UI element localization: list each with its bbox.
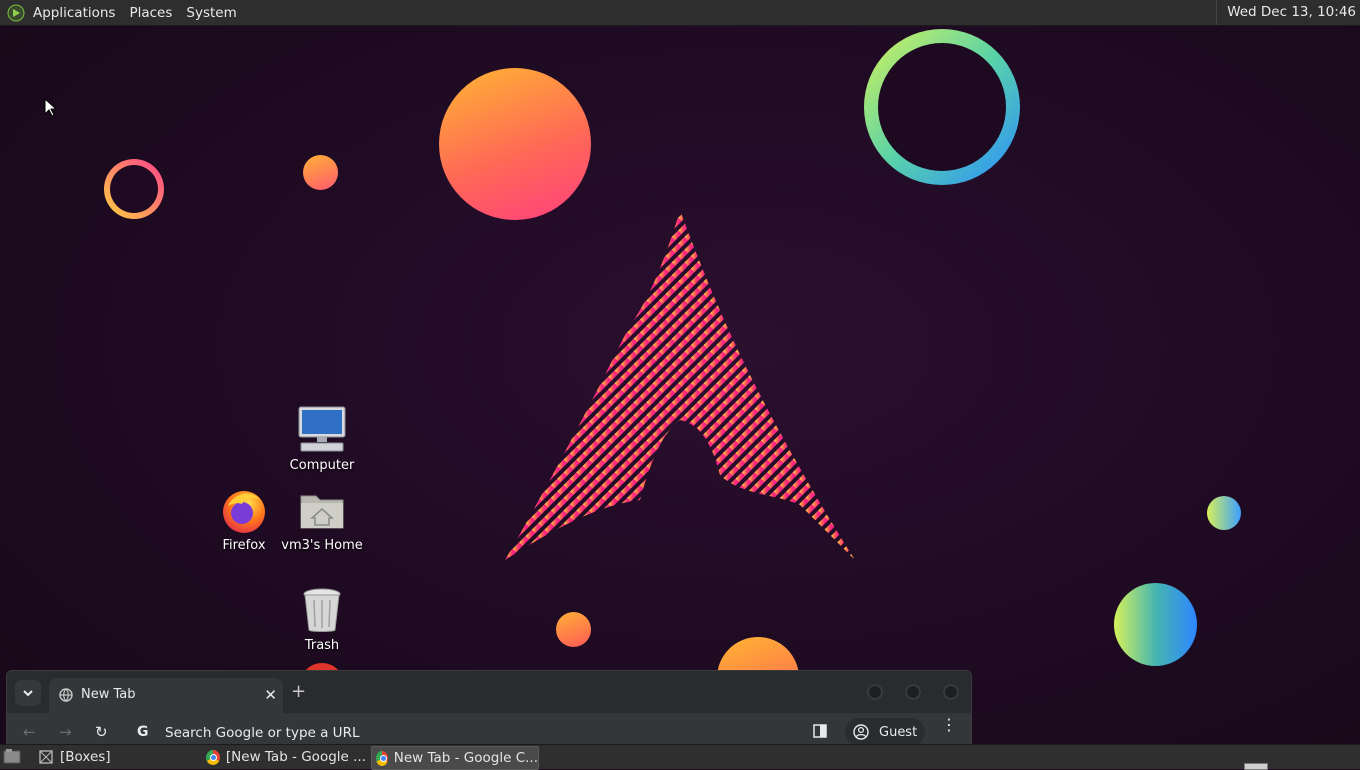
reload-icon[interactable]: ↻ — [95, 723, 108, 741]
taskbar-item-label: [New Tab - Google ... — [225, 749, 366, 765]
new-tab-button[interactable]: + — [291, 681, 306, 702]
tab-search-button[interactable] — [15, 680, 41, 706]
menu-system[interactable]: System — [179, 5, 243, 21]
wallpaper-sphere-large — [439, 68, 591, 220]
wallpaper-ring-large — [864, 29, 1020, 185]
profile-label: Guest — [879, 724, 918, 740]
computer-icon — [297, 405, 347, 455]
chrome-icon — [206, 749, 220, 765]
taskbar-item-boxes[interactable]: [Boxes] — [38, 746, 198, 768]
profile-icon — [853, 724, 869, 740]
chevron-down-icon — [23, 690, 33, 697]
google-icon: G — [137, 724, 149, 740]
bottom-panel: [Boxes] [New Tab - Google ... New Tab - … — [0, 744, 1360, 770]
top-panel: Applications Places System Wed Dec 13, 1… — [0, 0, 1360, 26]
desktop-icon-computer[interactable]: Computer — [282, 405, 362, 473]
side-panel-icon[interactable] — [813, 724, 827, 742]
home-folder-icon — [297, 485, 347, 535]
wallpaper-dot-teal — [1207, 496, 1241, 530]
back-icon[interactable]: ← — [23, 723, 36, 741]
clock[interactable]: Wed Dec 13, 10:46 — [1216, 0, 1356, 25]
tab-strip: New Tab ✕ + — [7, 671, 971, 713]
profile-button[interactable]: Guest — [845, 718, 925, 746]
chrome-icon-center — [380, 754, 387, 762]
maximize-button[interactable] — [905, 684, 921, 700]
tab-title: New Tab — [81, 687, 136, 702]
chrome-icon-center — [210, 753, 217, 761]
taskbar-item-chrome-1[interactable]: [New Tab - Google ... — [206, 746, 366, 768]
globe-icon — [59, 688, 73, 702]
browser-window: New Tab ✕ + ← → ↻ G Search Google or typ… — [6, 670, 972, 752]
menu-applications[interactable]: Applications — [26, 5, 122, 21]
desktop-icon-label: vm3's Home — [281, 538, 363, 553]
desktop-icon-label: Trash — [304, 638, 340, 653]
forward-icon[interactable]: → — [59, 723, 72, 741]
minimize-button[interactable] — [867, 684, 883, 700]
arch-logo — [505, 210, 855, 560]
mouse-cursor — [44, 98, 58, 117]
close-icon[interactable]: ✕ — [264, 686, 277, 704]
firefox-icon — [219, 485, 269, 535]
wallpaper-ring-small — [104, 159, 164, 219]
desktop-icon-label: Computer — [289, 458, 355, 473]
workspace-switcher[interactable] — [1244, 763, 1268, 770]
desktop-icon-home[interactable]: vm3's Home — [281, 485, 363, 553]
applications-menu-icon[interactable] — [6, 3, 26, 23]
taskbar-item-label: [Boxes] — [60, 749, 111, 765]
boxes-app-icon — [39, 750, 53, 764]
taskbar-item-chrome-2[interactable]: New Tab - Google C... — [371, 746, 539, 770]
more-menu-icon[interactable]: ⋮ — [941, 717, 957, 733]
tab-new-tab[interactable]: New Tab ✕ — [49, 678, 283, 713]
show-desktop-icon[interactable] — [3, 748, 21, 768]
desktop-icon-firefox[interactable]: Firefox — [204, 485, 284, 553]
taskbar-item-label: New Tab - Google C... — [393, 750, 538, 766]
desktop-icon-trash[interactable]: Trash — [282, 585, 362, 653]
chrome-icon — [376, 750, 388, 766]
wallpaper-sphere-blue — [1114, 583, 1197, 666]
wallpaper-dot-orange-2 — [556, 612, 591, 647]
menu-places[interactable]: Places — [122, 5, 179, 21]
desktop-icon-label: Firefox — [222, 538, 266, 553]
wallpaper-dot-orange — [303, 155, 338, 190]
close-window-button[interactable] — [943, 684, 959, 700]
omnibox-input[interactable]: Search Google or type a URL — [165, 725, 359, 741]
desktop-wallpaper: Computer Firefox vm3's Home Trash — [0, 0, 1360, 768]
trash-icon — [297, 585, 347, 635]
